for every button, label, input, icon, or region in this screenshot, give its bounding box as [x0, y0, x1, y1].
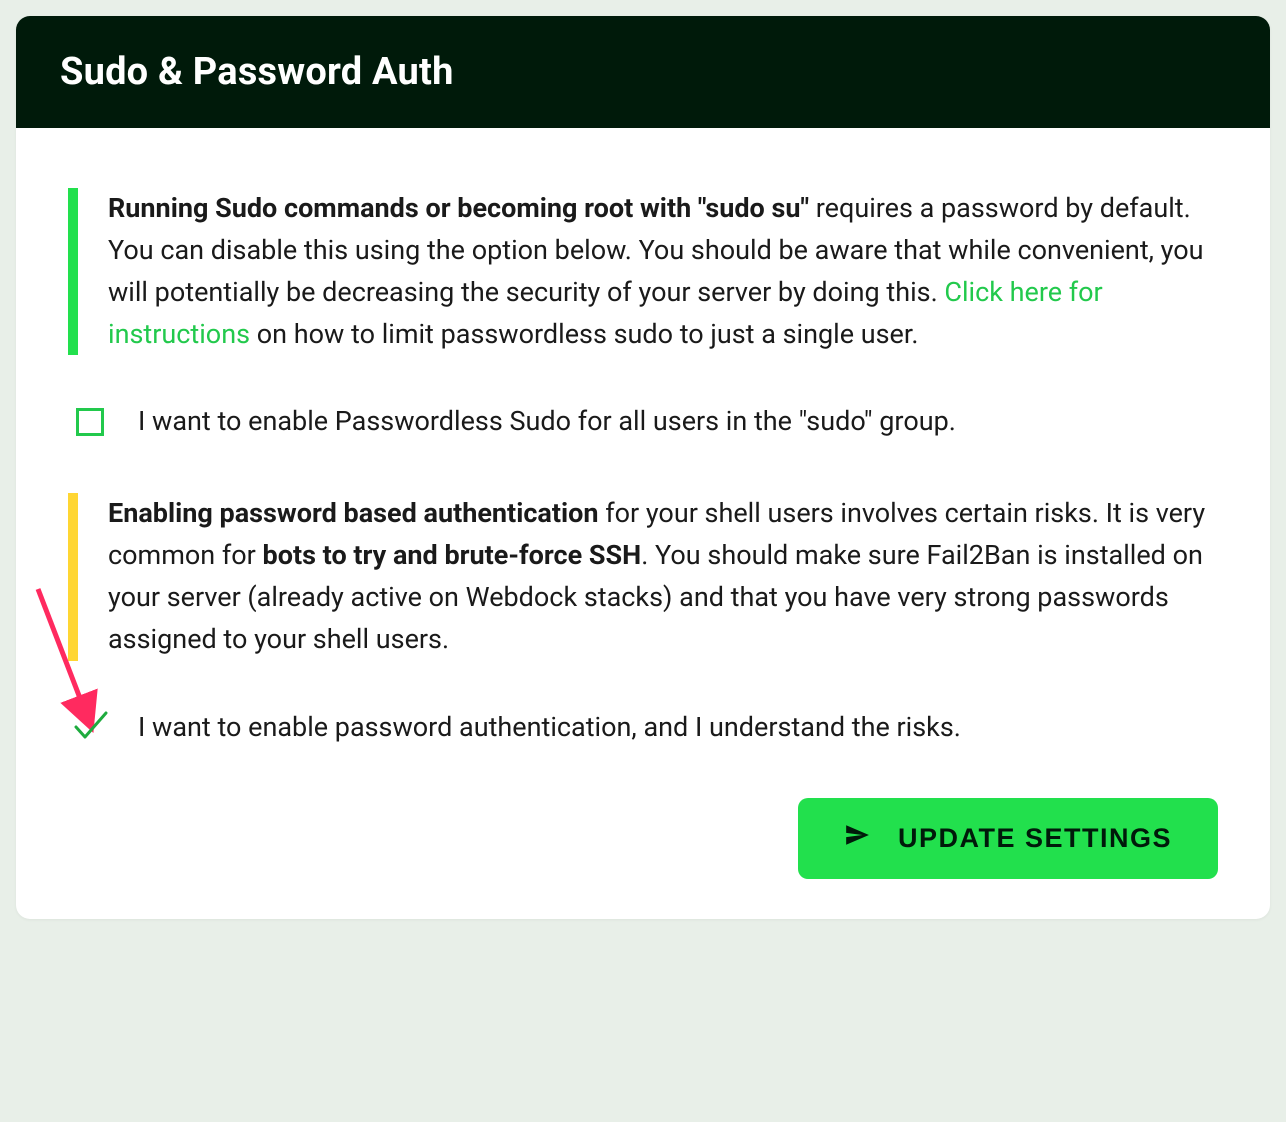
password-auth-checkbox[interactable]	[74, 711, 106, 743]
pwauth-bold-b: bots to try and brute-force SSH	[263, 539, 642, 571]
update-settings-button[interactable]: UPDATE SETTINGS	[798, 798, 1218, 879]
passwordless-sudo-checkbox[interactable]	[74, 406, 106, 438]
card-title: Sudo & Password Auth	[60, 50, 1226, 94]
card-body: Running Sudo commands or becoming root w…	[16, 128, 1270, 919]
passwordless-sudo-label: I want to enable Passwordless Sudo for a…	[138, 403, 956, 441]
sudo-callout-text-tail: on how to limit passwordless sudo to jus…	[250, 318, 918, 350]
passwordless-sudo-row: I want to enable Passwordless Sudo for a…	[68, 403, 1218, 441]
card-header: Sudo & Password Auth	[16, 16, 1270, 128]
settings-card: Sudo & Password Auth Running Sudo comman…	[16, 16, 1270, 919]
password-auth-label: I want to enable password authentication…	[138, 709, 961, 747]
update-settings-label: UPDATE SETTINGS	[898, 823, 1172, 854]
sudo-callout-bold: Running Sudo commands or becoming root w…	[108, 192, 809, 224]
checkbox-empty-icon	[76, 408, 104, 436]
pwauth-bold-a: Enabling password based authentication	[108, 497, 599, 529]
checkmark-icon	[70, 705, 110, 749]
actions-row: UPDATE SETTINGS	[68, 798, 1218, 879]
send-icon	[844, 822, 870, 855]
password-auth-callout: Enabling password based authentication f…	[68, 493, 1218, 660]
sudo-info-callout: Running Sudo commands or becoming root w…	[68, 188, 1218, 355]
password-auth-row: I want to enable password authentication…	[68, 709, 1218, 747]
